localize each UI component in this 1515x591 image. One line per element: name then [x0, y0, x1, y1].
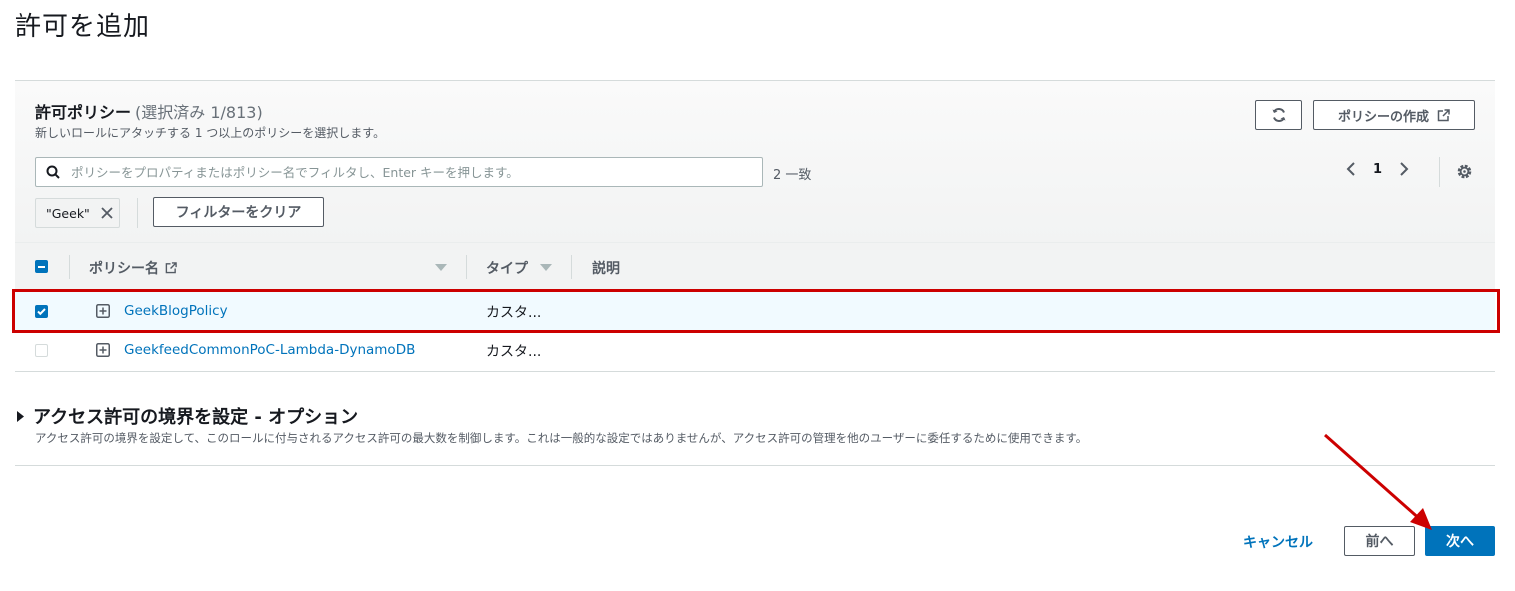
expand-row-button[interactable] [96, 343, 110, 361]
chevron-left-icon[interactable] [1345, 161, 1357, 177]
table-row[interactable]: GeekBlogPolicy カスタ... [15, 291, 1495, 331]
create-policy-button[interactable]: ポリシーの作成 [1313, 100, 1475, 130]
section-divider [15, 465, 1495, 466]
row-checkbox-box [35, 344, 48, 357]
token-divider [137, 198, 138, 228]
panel-header: 許可ポリシー (選択済み 1/813) 新しいロールにアタッチする 1 つ以上のポ… [15, 81, 1495, 242]
panel-title: 許可ポリシー (選択済み 1/813) [35, 99, 263, 123]
sort-down-icon[interactable] [434, 263, 448, 272]
caret-right-icon [17, 410, 24, 422]
column-header-label: 説明 [592, 261, 620, 277]
row-checkbox[interactable] [35, 305, 48, 322]
panel-title-text: 許可ポリシー [35, 103, 132, 122]
filter-token-text: "Geek" [46, 205, 90, 221]
create-policy-label: ポリシーの作成 [1337, 109, 1429, 125]
external-link-icon [165, 262, 177, 274]
column-divider [69, 255, 70, 279]
expand-row-button[interactable] [96, 304, 110, 322]
close-icon[interactable] [100, 206, 114, 220]
column-header-type[interactable]: タイプ [486, 258, 528, 278]
policy-name-link[interactable]: GeekfeedCommonPoC-Lambda-DynamoDB [124, 342, 415, 358]
column-divider [466, 255, 467, 279]
selected-count: (選択済み 1/813) [135, 103, 263, 122]
select-all-checkbox[interactable] [35, 260, 48, 273]
clear-filter-button[interactable]: フィルターをクリア [153, 197, 324, 227]
match-count: 2 一致 [773, 168, 812, 183]
column-header-policy-name[interactable]: ポリシー名 [89, 258, 177, 278]
column-header-label: タイプ [486, 261, 528, 277]
expand-plus-icon [96, 304, 110, 318]
boundary-description: アクセス許可の境界を設定して、このロールに付与されるアクセス許可の最大数を制御し… [35, 431, 1088, 445]
external-link-icon [1437, 108, 1450, 121]
column-header-label: ポリシー名 [89, 261, 159, 277]
annotation-arrow [1324, 433, 1432, 530]
pagination: 1 [1345, 161, 1410, 177]
policy-type: カスタ... [486, 305, 542, 321]
boundary-title-text: アクセス許可の境界を設定 - オプション [33, 407, 359, 428]
column-header-description: 説明 [592, 258, 620, 278]
sort-down-icon[interactable] [539, 263, 553, 272]
policy-link-text[interactable]: GeekfeedCommonPoC-Lambda-DynamoDB [124, 342, 415, 358]
pager-divider [1439, 157, 1440, 187]
policy-link-text[interactable]: GeekBlogPolicy [124, 303, 228, 319]
permission-policies-panel: 許可ポリシー (選択済み 1/813) 新しいロールにアタッチする 1 つ以上のポ… [15, 80, 1495, 372]
policy-type: カスタ... [486, 344, 542, 360]
table-row[interactable]: GeekfeedCommonPoC-Lambda-DynamoDB カスタ... [15, 331, 1495, 371]
gear-icon [1457, 164, 1472, 179]
refresh-button[interactable] [1255, 100, 1302, 130]
search-icon [46, 165, 60, 179]
page-title: 許可を追加 [15, 12, 151, 42]
column-divider [571, 255, 572, 279]
select-all-checkbox-box [35, 260, 48, 273]
refresh-icon [1272, 108, 1285, 122]
row-checkbox[interactable] [35, 344, 48, 361]
filter-token: "Geek" [35, 198, 120, 228]
expand-plus-icon [96, 343, 110, 357]
row-checkbox-box [35, 305, 48, 318]
page-number[interactable]: 1 [1373, 162, 1382, 177]
preferences-button[interactable] [1456, 163, 1473, 184]
table-header: ポリシー名 タイプ 説明 [15, 242, 1495, 291]
search-box[interactable] [35, 157, 763, 187]
chevron-right-icon[interactable] [1398, 161, 1410, 177]
panel-description: 新しいロールにアタッチする 1 つ以上のポリシーを選択します。 [35, 126, 386, 140]
permissions-boundary-toggle[interactable]: アクセス許可の境界を設定 - オプション [16, 403, 358, 429]
search-input[interactable] [69, 163, 749, 181]
policy-name-link[interactable]: GeekBlogPolicy [124, 303, 228, 319]
